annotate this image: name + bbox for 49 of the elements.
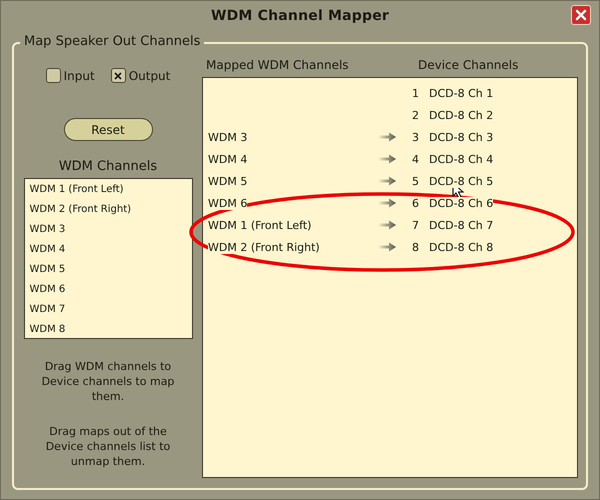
reset-button[interactable]: Reset: [64, 118, 152, 141]
device-channel[interactable]: DCD-8 Ch 6: [429, 196, 494, 210]
device-channel[interactable]: DCD-8 Ch 2: [429, 108, 494, 122]
wdm-channel-item[interactable]: WDM 8: [30, 320, 192, 340]
mapped-wdm-channel[interactable]: WDM 1 (Front Left): [208, 218, 312, 232]
wdm-channel-item[interactable]: WDM 3: [30, 220, 192, 240]
mapped-wdm-channel[interactable]: WDM 3: [208, 130, 248, 144]
help-text: Drag maps out of the Device channels list to unmap them.: [44, 424, 172, 469]
channel-number: 4: [412, 152, 420, 166]
device-channel[interactable]: DCD-8 Ch 4: [429, 152, 494, 166]
direction-checkbox[interactable]: Output: [110, 68, 170, 83]
channel-number: 7: [412, 218, 420, 232]
channel-number: 2: [412, 108, 420, 122]
mapped-wdm-channel[interactable]: WDM 6: [208, 196, 248, 210]
mapped-wdm-channel[interactable]: WDM 4: [208, 152, 248, 166]
arrow-icon: [378, 220, 396, 230]
arrow-icon: [378, 132, 396, 142]
channel-number: 1: [412, 86, 420, 100]
direction-checkbox[interactable]: Input: [46, 68, 95, 83]
wdm-channel-item[interactable]: WDM 6: [30, 280, 192, 300]
arrow-icon: [378, 154, 396, 164]
mapped-wdm-channel[interactable]: WDM 2 (Front Right): [208, 240, 320, 254]
arrow-icon: [378, 176, 396, 186]
device-channel[interactable]: DCD-8 Ch 7: [429, 218, 494, 232]
device-channel[interactable]: DCD-8 Ch 5: [429, 174, 494, 188]
device-channel[interactable]: DCD-8 Ch 1: [429, 86, 494, 100]
close-icon: [575, 9, 587, 21]
window-title: WDM Channel Mapper: [210, 8, 390, 24]
help-text: Drag WDM channels to Device channels to map them.: [40, 359, 176, 404]
close-button[interactable]: [571, 5, 591, 25]
column-header: Mapped WDM Channels: [205, 58, 350, 72]
arrow-icon: [378, 242, 396, 252]
channel-number: 3: [412, 130, 420, 144]
device-channel[interactable]: DCD-8 Ch 3: [429, 130, 494, 144]
channel-number: 5: [412, 174, 420, 188]
mapped-wdm-channel[interactable]: WDM 5: [208, 174, 248, 188]
check-mark-icon: [114, 72, 122, 80]
wdm-channel-item[interactable]: WDM 4: [30, 240, 192, 260]
wdm-channel-item[interactable]: WDM 2 (Front Right): [30, 200, 192, 220]
arrow-icon: [378, 198, 396, 208]
list-title: WDM Channels: [58, 159, 158, 174]
column-header: Device Channels: [418, 58, 518, 72]
channel-number: 6: [412, 196, 420, 210]
group-legend: Map Speaker Out Channels: [20, 34, 204, 49]
channel-number: 8: [412, 240, 420, 254]
wdm-channel-item[interactable]: WDM 1 (Front Left): [30, 180, 192, 200]
wdm-channel-item[interactable]: WDM 5: [30, 260, 192, 280]
device-channel[interactable]: DCD-8 Ch 8: [429, 240, 494, 254]
wdm-channel-item[interactable]: WDM 7: [30, 300, 192, 320]
